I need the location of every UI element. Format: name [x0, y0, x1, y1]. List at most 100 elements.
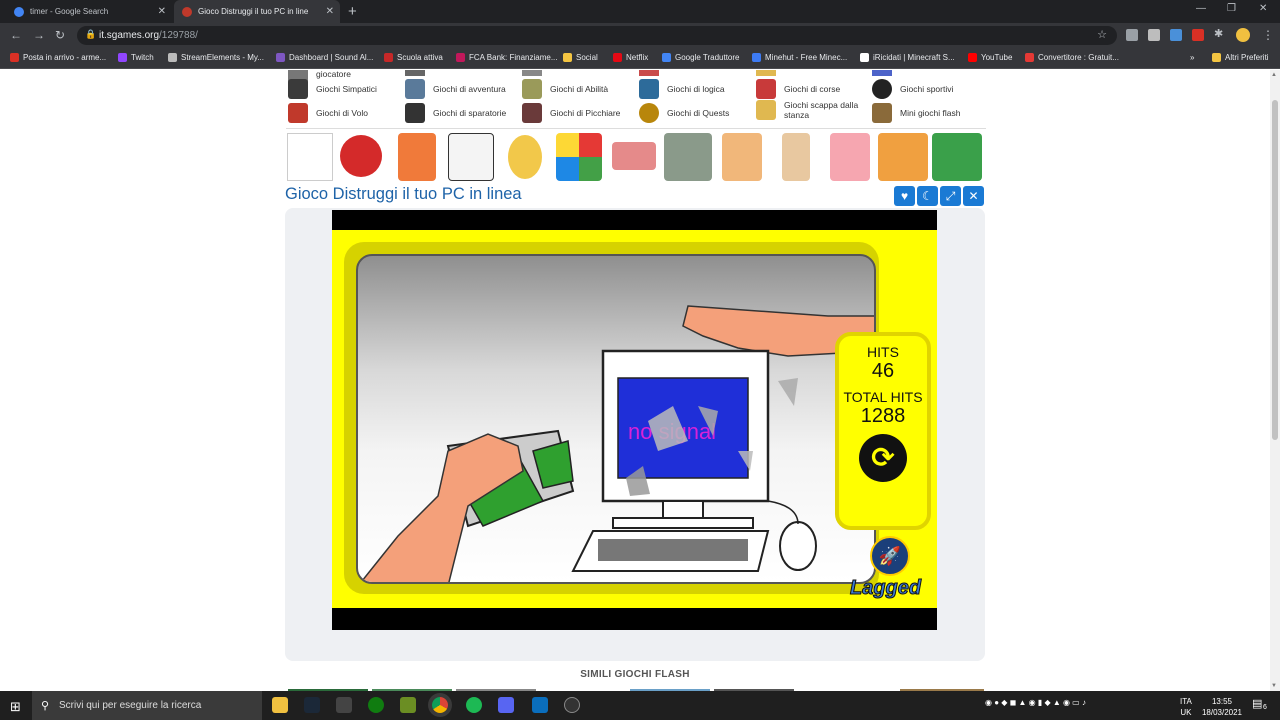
- game-scene[interactable]: no signal: [356, 254, 876, 584]
- folder-icon: [1212, 53, 1221, 62]
- favorite-button[interactable]: ♥: [894, 186, 915, 206]
- tab-game[interactable]: Gioco Distruggi il tuo PC in line ✕: [174, 0, 340, 23]
- obs-icon[interactable]: [564, 697, 580, 713]
- scroll-down-icon[interactable]: ▼: [1271, 683, 1277, 689]
- bookmark[interactable]: FCA Bank: Finanziame...: [456, 53, 557, 62]
- category-link[interactable]: Giochi di avventura: [405, 79, 521, 99]
- close-game-button[interactable]: ✕: [963, 186, 984, 206]
- file-explorer-icon[interactable]: [272, 697, 288, 713]
- category-link[interactable]: Giochi di Volo: [288, 103, 404, 123]
- race-car-icon: [756, 79, 776, 99]
- rubik-cube-thumbnail[interactable]: [556, 133, 602, 181]
- bookmark[interactable]: StreamElements - My...: [168, 53, 264, 62]
- bookmark[interactable]: YouTube: [968, 53, 1012, 62]
- windows-start-icon[interactable]: ⊞: [10, 699, 21, 715]
- close-window-button[interactable]: ✕: [1259, 3, 1267, 14]
- game-thumbnail[interactable]: [878, 133, 928, 181]
- category-link[interactable]: Giochi sportivi: [872, 79, 988, 99]
- category-link[interactable]: Giochi di sparatorie: [405, 103, 521, 123]
- steam-icon[interactable]: [304, 697, 320, 713]
- category-link[interactable]: Giochi di Quests: [639, 103, 755, 123]
- bookmark[interactable]: Scuola attiva: [384, 53, 443, 62]
- app-icon[interactable]: [532, 697, 548, 713]
- chrome-icon[interactable]: [432, 697, 448, 713]
- fca-icon: [456, 53, 465, 62]
- minimize-button[interactable]: —: [1196, 3, 1206, 14]
- clock[interactable]: 13:55 18/03/2021: [1202, 696, 1242, 718]
- maximize-button[interactable]: ❐: [1227, 3, 1236, 14]
- menu-icon[interactable]: ⋮: [1262, 28, 1274, 42]
- google-icon: [14, 6, 24, 17]
- game-thumbnail[interactable]: [508, 135, 542, 179]
- other-bookmarks[interactable]: Altri Preferiti: [1212, 53, 1269, 62]
- taskbar-search[interactable]: ⚲ Scrivi qui per eseguire la ricerca: [32, 691, 262, 720]
- folder-icon: [563, 53, 572, 62]
- logic-icon: [639, 79, 659, 99]
- ice-cream-thumbnail[interactable]: [722, 133, 762, 181]
- tray-icons[interactable]: ◉ ● ◆ ◼ ▲ ◉ ▮ ◆ ▲ ◉ ▭ ♪: [985, 698, 1086, 707]
- scroll-up-icon[interactable]: ▲: [1271, 72, 1277, 78]
- discord-icon[interactable]: [498, 697, 514, 713]
- page-scrollbar[interactable]: ▲ ▼: [1270, 70, 1280, 691]
- extension-icon[interactable]: [1148, 29, 1160, 41]
- category-link[interactable]: Giochi di Abilità: [522, 79, 638, 99]
- puzzle-icon[interactable]: ✱: [1214, 27, 1223, 40]
- forward-icon[interactable]: →: [33, 28, 45, 42]
- lagged-logo[interactable]: Lagged: [849, 577, 921, 600]
- bookmark[interactable]: Netflix: [613, 53, 648, 62]
- translate-icon: [662, 53, 671, 62]
- address-bar[interactable]: 🔒 it.sgames.org/129788/ ☆: [77, 26, 1117, 45]
- game-thumbnail[interactable]: [830, 133, 870, 181]
- extension-icon[interactable]: [1192, 29, 1204, 41]
- extension-icon[interactable]: [1126, 29, 1138, 41]
- store-icon[interactable]: [336, 697, 352, 713]
- scroll-thumb[interactable]: [1272, 100, 1278, 440]
- category-link[interactable]: Mini giochi flash: [872, 103, 988, 123]
- avatar[interactable]: [1236, 28, 1250, 42]
- talking-tom-thumbnail[interactable]: [664, 133, 712, 181]
- close-tab-icon[interactable]: ✕: [158, 6, 166, 17]
- category-link[interactable]: Giochi scappa dalla stanza: [756, 100, 872, 120]
- game-thumbnail[interactable]: [287, 133, 333, 181]
- bookmark[interactable]: Minehut - Free Minec...: [752, 53, 847, 62]
- spotify-icon[interactable]: [466, 697, 482, 713]
- bookmarks-overflow-button[interactable]: »: [1190, 53, 1194, 62]
- night-mode-button[interactable]: ☾: [917, 186, 938, 206]
- category-link[interactable]: Giochi di Picchiare: [522, 103, 638, 123]
- pc-scene-illustration: no signal: [360, 305, 874, 582]
- category-link[interactable]: Giochi di logica: [639, 79, 755, 99]
- close-tab-icon[interactable]: ✕: [326, 6, 334, 17]
- reload-icon[interactable]: ↻: [55, 28, 65, 42]
- minecraft-icon[interactable]: [400, 697, 416, 713]
- game-thumbnail[interactable]: [782, 133, 810, 181]
- web-page: giocatore Giochi Simpatici Giochi di avv…: [0, 70, 1270, 691]
- back-icon[interactable]: ←: [10, 28, 22, 42]
- bookmark[interactable]: Google Traduttore: [662, 53, 739, 62]
- fullscreen-button[interactable]: ⤢: [940, 186, 961, 206]
- bookmark[interactable]: iRicidati | Minecraft S...: [860, 53, 955, 62]
- category-link[interactable]: Giochi Simpatici: [288, 79, 404, 99]
- tab-strip: timer - Google Search ✕ Gioco Distruggi …: [0, 0, 1280, 23]
- bookmark[interactable]: Convertitore : Gratuit...: [1025, 53, 1119, 62]
- new-tab-button[interactable]: +: [348, 3, 357, 20]
- bookmark[interactable]: Posta in arrivo - arme...: [10, 53, 106, 62]
- game-thumbnail[interactable]: [932, 133, 982, 181]
- game-thumbnail[interactable]: [612, 142, 656, 170]
- bookmark[interactable]: Twitch: [118, 53, 154, 62]
- notifications-icon[interactable]: ▤: [1252, 697, 1262, 710]
- input-language[interactable]: ITA UK: [1180, 696, 1192, 718]
- category-link[interactable]: Giochi di corse: [756, 79, 872, 99]
- extension-icon[interactable]: [1170, 29, 1182, 41]
- angry-bird-thumbnail[interactable]: [340, 135, 382, 177]
- score-panel: HITS 46 TOTAL HITS 1288 ⟳: [835, 332, 931, 530]
- bookmark-star-icon[interactable]: ☆: [1097, 28, 1107, 41]
- bookmark[interactable]: Dashboard | Sound Al...: [276, 53, 373, 62]
- game-thumbnail[interactable]: [448, 133, 494, 181]
- xbox-icon[interactable]: [368, 697, 384, 713]
- similar-games-heading: SIMILI GIOCHI FLASH: [580, 669, 690, 680]
- bookmark-folder[interactable]: Social: [563, 53, 598, 62]
- restart-icon[interactable]: ⟳: [859, 434, 907, 482]
- tab-google-search[interactable]: timer - Google Search ✕: [6, 0, 172, 23]
- game-canvas[interactable]: no signal HITS 46 TOTAL HITS 1288 ⟳ 🚀 La…: [332, 210, 937, 630]
- game-thumbnail[interactable]: [398, 133, 436, 181]
